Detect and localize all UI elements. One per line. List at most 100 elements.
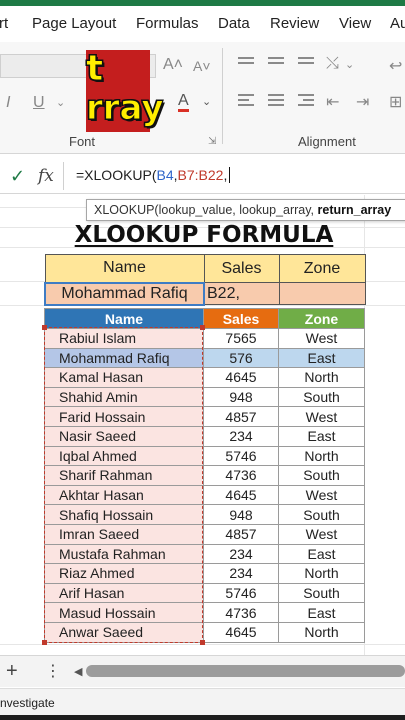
zone-cell[interactable]: East <box>278 602 365 623</box>
sales-cell[interactable]: 948 <box>203 504 279 525</box>
formula-arg-lookup-array: B7:B22 <box>177 167 224 183</box>
zone-cell[interactable]: West <box>278 328 365 349</box>
zone-cell[interactable]: West <box>278 484 365 506</box>
italic-button[interactable]: I <box>6 94 10 112</box>
sales-cell[interactable]: 948 <box>203 386 279 408</box>
scroll-left-icon[interactable]: ◀ <box>74 665 82 678</box>
sales-cell[interactable]: 234 <box>203 543 279 565</box>
sales-cell[interactable]: 5746 <box>203 582 279 604</box>
more-options-icon[interactable]: ⋮ <box>45 661 61 681</box>
name-cell[interactable]: Masud Hossain <box>44 602 204 623</box>
tooltip-signature: XLOOKUP(lookup_value, lookup_array, <box>94 203 318 217</box>
zone-cell[interactable]: South <box>278 504 365 525</box>
align-left-icon[interactable] <box>238 94 254 106</box>
lookup-name-cell[interactable]: Mohammad Rafiq <box>44 281 205 306</box>
sales-cell[interactable]: 576 <box>203 347 279 369</box>
lookup-header-name[interactable]: Name <box>44 254 205 283</box>
sales-cell[interactable]: 4857 <box>203 523 279 545</box>
name-cell[interactable]: Arif Hasan <box>44 582 204 604</box>
zone-cell[interactable]: South <box>278 386 365 408</box>
zone-cell[interactable]: South <box>278 582 365 604</box>
font-color-button[interactable]: A <box>178 93 189 112</box>
sheet-tab-bar: + ⋮ ◀ <box>0 655 405 687</box>
chevron-down-icon[interactable]: ⌄ <box>345 58 354 71</box>
name-cell[interactable]: Mohammad Rafiq <box>44 347 204 369</box>
dialog-launcher-icon[interactable]: ⇲ <box>208 136 216 147</box>
table-row: Shafiq Hossain 948 South <box>44 504 365 525</box>
data-header-name[interactable]: Name <box>44 308 204 329</box>
lookup-zone-cell[interactable] <box>278 282 366 305</box>
decrease-font-icon[interactable]: A˅ <box>193 58 211 74</box>
name-cell[interactable]: Iqbal Ahmed <box>44 445 204 467</box>
tab-view[interactable]: View <box>339 15 371 32</box>
data-header-sales[interactable]: Sales <box>203 308 279 329</box>
zone-cell[interactable]: East <box>278 347 365 369</box>
tab-page-layout[interactable]: Page Layout <box>32 15 116 32</box>
name-cell[interactable]: Shahid Amin <box>44 386 204 408</box>
align-bottom-icon[interactable] <box>298 57 314 69</box>
formula-arg-lookup-value: B4 <box>156 167 174 183</box>
sales-cell[interactable]: 7565 <box>203 328 279 349</box>
sales-cell[interactable]: 4857 <box>203 406 279 427</box>
tab-automate[interactable]: Au <box>390 15 405 32</box>
add-sheet-button[interactable]: + <box>6 660 18 683</box>
underline-button[interactable]: U <box>33 94 45 112</box>
zone-cell[interactable]: North <box>278 621 365 643</box>
tab-insert[interactable]: rt <box>0 15 8 32</box>
formula-input[interactable]: =XLOOKUP(B4,B7:B22, <box>76 167 231 183</box>
name-cell[interactable]: Sharif Rahman <box>44 465 204 486</box>
lookup-header-zone[interactable]: Zone <box>278 254 366 283</box>
table-row: Kamal Hasan 4645 North <box>44 367 365 388</box>
merge-icon[interactable]: ⊞ <box>389 92 402 112</box>
sales-cell[interactable]: 4645 <box>203 484 279 506</box>
name-cell[interactable]: Kamal Hasan <box>44 367 204 388</box>
name-cell[interactable]: Shafiq Hossain <box>44 504 204 525</box>
sales-cell[interactable]: 234 <box>203 563 279 584</box>
zone-cell[interactable]: North <box>278 367 365 388</box>
increase-font-icon[interactable]: A˄ <box>163 56 183 74</box>
wrap-text-icon[interactable]: ↩ <box>389 56 402 76</box>
zone-cell[interactable]: East <box>278 543 365 565</box>
align-top-icon[interactable] <box>238 57 254 69</box>
name-cell[interactable]: Mustafa Rahman <box>44 543 204 565</box>
sales-cell[interactable]: 234 <box>203 425 279 447</box>
enter-check-icon[interactable]: ✓ <box>10 166 25 187</box>
align-right-icon[interactable] <box>298 94 314 106</box>
name-cell[interactable]: Farid Hossain <box>44 406 204 427</box>
zone-cell[interactable]: North <box>278 563 365 584</box>
zone-cell[interactable]: South <box>278 465 365 486</box>
orientation-icon[interactable]: ⤯ <box>326 55 339 73</box>
name-cell[interactable]: Anwar Saeed <box>44 621 204 643</box>
zone-cell[interactable]: West <box>278 406 365 427</box>
active-formula-cell[interactable]: B22, <box>203 282 280 305</box>
table-row: Riaz Ahmed 234 North <box>44 563 365 584</box>
sales-cell[interactable]: 4736 <box>203 602 279 623</box>
tab-data[interactable]: Data <box>218 15 250 32</box>
sales-cell[interactable]: 4645 <box>203 621 279 643</box>
table-row: Iqbal Ahmed 5746 North <box>44 445 365 467</box>
chevron-down-icon[interactable]: ⌄ <box>56 96 65 109</box>
name-cell[interactable]: Imran Saeed <box>44 523 204 545</box>
zone-cell[interactable]: North <box>278 445 365 467</box>
sales-cell[interactable]: 5746 <box>203 445 279 467</box>
name-cell[interactable]: Nasir Saeed <box>44 425 204 447</box>
zone-cell[interactable]: East <box>278 425 365 447</box>
name-cell[interactable]: Rabiul Islam <box>44 328 204 349</box>
chevron-down-icon[interactable]: ⌄ <box>202 95 211 108</box>
tab-formulas[interactable]: Formulas <box>136 15 199 32</box>
increase-indent-icon[interactable]: ⇥ <box>356 92 369 112</box>
zone-cell[interactable]: West <box>278 523 365 545</box>
horizontal-scrollbar[interactable] <box>86 665 405 677</box>
sales-cell[interactable]: 4645 <box>203 367 279 388</box>
tab-review[interactable]: Review <box>270 15 319 32</box>
name-cell[interactable]: Akhtar Hasan <box>44 484 204 506</box>
decrease-indent-icon[interactable]: ⇤ <box>326 92 339 112</box>
name-cell[interactable]: Riaz Ahmed <box>44 563 204 584</box>
align-center-icon[interactable] <box>268 94 284 106</box>
insert-function-icon[interactable]: fx <box>38 166 54 186</box>
lookup-header-sales[interactable]: Sales <box>203 254 280 283</box>
sales-cell[interactable]: 4736 <box>203 465 279 486</box>
data-header-zone[interactable]: Zone <box>278 308 365 329</box>
align-middle-icon[interactable] <box>268 57 284 69</box>
text-cursor <box>229 167 231 183</box>
